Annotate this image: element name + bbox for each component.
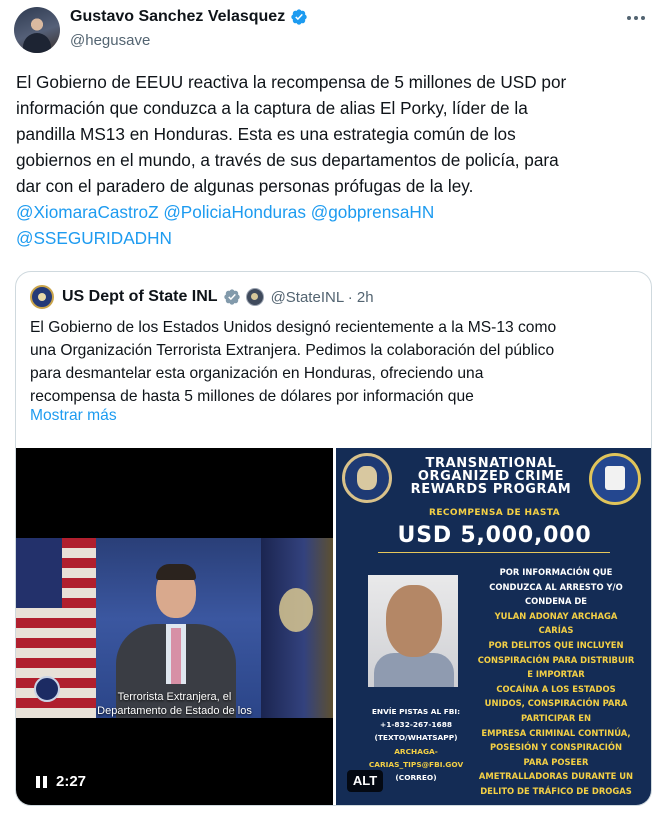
charge-line: COCAÍNA A LOS ESTADOS [496, 683, 616, 694]
video-duration: 2:27 [56, 773, 87, 790]
charge-line: DELITO DE TRÁFICO DE DROGAS [480, 785, 632, 796]
fbi-seal-icon [589, 453, 641, 505]
state-department-seal-icon [342, 453, 392, 503]
charge-line: PARA POSEER [523, 756, 589, 767]
charge-line: PARTICIPAR EN [521, 712, 591, 723]
suspect-name-line: CARÍAS [538, 625, 574, 636]
pause-icon[interactable] [36, 775, 48, 788]
mention-link[interactable]: @gobprensaHN [311, 202, 435, 222]
author-name[interactable]: Gustavo Sanchez Velasquez [70, 8, 285, 26]
poster-title-line: REWARDS PROGRAM [410, 482, 572, 497]
alt-text-button[interactable]: ALT [347, 770, 383, 792]
tweet-text-line: pandilla MS13 en Honduras. Esta es una e… [16, 124, 516, 144]
tip-line: +1-832-267-1688 [380, 720, 452, 730]
reward-amount: USD 5,000,000 [397, 523, 592, 548]
quoted-author-name[interactable]: US Dept of State INL [62, 288, 218, 306]
mention-link[interactable]: @XiomaraCastroZ [16, 202, 159, 222]
tweet-text-line: gobiernos en el mundo, a través de sus d… [16, 150, 559, 170]
verified-badge-icon [291, 9, 307, 25]
rewards-poster-image[interactable]: TRANSNATIONAL ORGANIZED CRIME REWARDS PR… [336, 448, 651, 805]
suspect-name-line: YULAN ADONAY ARCHAGA [494, 610, 618, 621]
video-player[interactable]: Terrorista Extranjera, el Departamento d… [16, 448, 333, 805]
poster-title: TRANSNATIONAL ORGANIZED CRIME REWARDS PR… [394, 457, 588, 496]
mentions-line-2: @SSEGURIDADHN [16, 225, 648, 251]
quoted-author-avatar[interactable] [30, 285, 54, 309]
poster-subtitle: RECOMPENSA DE HASTA [429, 508, 560, 518]
quoted-text-line: una Organización Terrorista Extranjera. … [30, 342, 555, 359]
quoted-text-line: El Gobierno de los Estados Unidos design… [30, 319, 557, 336]
mention-link[interactable]: @PoliciaHonduras [163, 202, 306, 222]
mentions-line-1: @XiomaraCastroZ @PoliciaHonduras @gobpre… [16, 199, 648, 225]
quoted-text-line: para desmantelar esta organización en Ho… [30, 365, 484, 382]
tweet-text-line: información que conduzca a la captura de… [16, 98, 528, 118]
author-handle[interactable]: @hegusave [70, 32, 150, 49]
show-more-link[interactable]: Mostrar más [30, 407, 117, 425]
poster-info: POR INFORMACIÓN QUE CONDUZCA AL ARRESTO … [466, 565, 646, 799]
suspect-photo [368, 575, 458, 687]
poster-divider [378, 552, 610, 553]
email-line: ARCHAGA- [394, 746, 438, 756]
info-line: CONDENA DE [524, 596, 588, 607]
tip-line: (TEXTO/WHATSAPP) [374, 733, 458, 743]
video-playback-control[interactable]: 2:27 [36, 773, 86, 790]
video-frame: Terrorista Extranjera, el Departamento d… [16, 538, 333, 718]
tweet-text: El Gobierno de EEUU reactiva la recompen… [16, 69, 648, 251]
info-line: CONSPIRACIÓN PARA DISTRIBUIR [477, 654, 635, 665]
tweet-text-line: dar con el paradero de algunas personas … [16, 176, 474, 196]
charge-line: POSESIÓN Y CONSPIRACIÓN [489, 742, 623, 753]
info-line: E IMPORTAR [527, 669, 585, 680]
quoted-text-line: recompensa de hasta 5 millones de dólare… [30, 388, 474, 405]
more-options-icon[interactable] [625, 10, 647, 26]
info-line: POR DELITOS QUE INCLUYEN [488, 639, 624, 650]
author-name-row: Gustavo Sanchez Velasquez [70, 8, 308, 26]
quoted-handle-time[interactable]: @StateINL · 2h [271, 289, 374, 306]
quoted-tweet-header: US Dept of State INL @StateINL · 2h [30, 285, 374, 309]
government-affiliation-icon [245, 288, 264, 306]
mention-link[interactable]: @SSEGURIDADHN [16, 228, 172, 248]
charge-line: EMPRESA CRIMINAL CONTINÚA, [481, 727, 631, 738]
charge-line: AMETRALLADORAS DURANTE UN [478, 771, 634, 782]
quoted-tweet-card[interactable]: US Dept of State INL @StateINL · 2h El G… [15, 271, 652, 806]
subtitle-line: Terrorista Extranjera, el [117, 691, 232, 703]
gray-verified-icon [223, 289, 240, 305]
charge-line: UNIDOS, CONSPIRACIÓN PARA [484, 698, 628, 709]
subtitle-line: Departamento de Estado de los [97, 705, 252, 717]
video-subtitle: Terrorista Extranjera, el Departamento d… [16, 690, 333, 718]
tweet-text-line: El Gobierno de EEUU reactiva la recompen… [16, 72, 567, 92]
tip-line: ENVÍE PISTAS AL FBI: [371, 707, 461, 716]
author-avatar[interactable] [14, 7, 60, 53]
quoted-tweet-text: El Gobierno de los Estados Unidos design… [30, 316, 640, 408]
info-line: POR INFORMACIÓN QUE [499, 567, 613, 577]
info-line: CONDUZCA AL ARRESTO Y/O [489, 581, 623, 592]
